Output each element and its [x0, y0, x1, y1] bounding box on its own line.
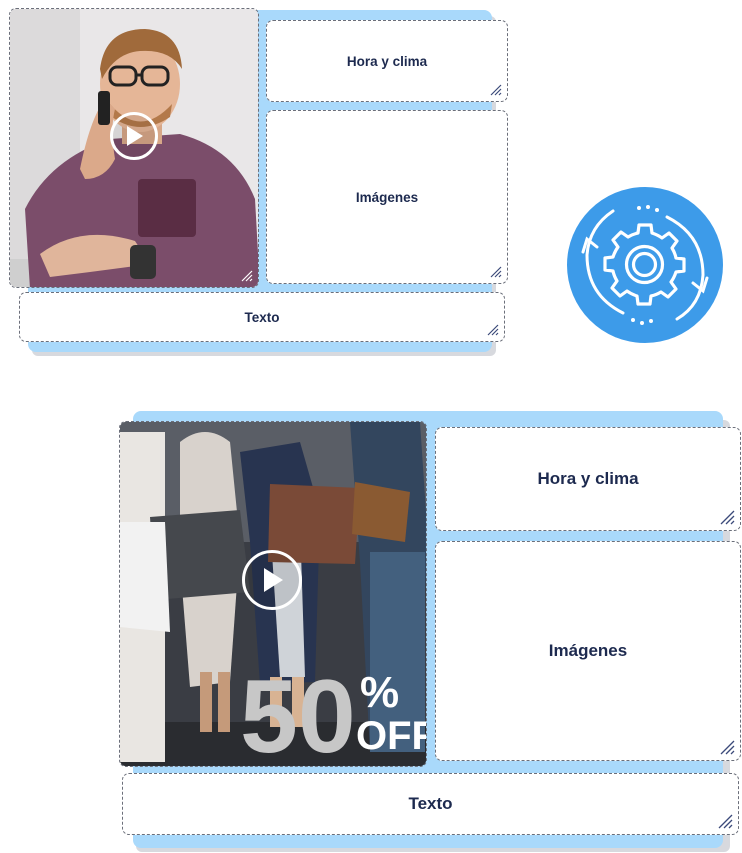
promo-off: OFF	[356, 714, 427, 758]
zone-images[interactable]: Imágenes	[435, 541, 741, 761]
promo-percent: %	[360, 668, 399, 717]
video-zone[interactable]	[9, 8, 259, 288]
zone-time-weather[interactable]: Hora y clima	[266, 20, 508, 102]
sync-gear-icon	[567, 187, 723, 343]
resize-grip-icon[interactable]	[488, 82, 502, 96]
zone-images-label: Imágenes	[355, 189, 419, 205]
video-zone[interactable]: 50 % OFF	[119, 421, 427, 767]
play-button[interactable]	[110, 112, 158, 160]
resize-grip-icon[interactable]	[717, 507, 735, 525]
resize-grip-icon[interactable]	[488, 264, 502, 278]
zone-text[interactable]: Texto	[122, 773, 739, 835]
resize-grip-icon[interactable]	[715, 811, 733, 829]
play-icon	[264, 568, 283, 592]
resize-grip-icon[interactable]	[717, 737, 735, 755]
zone-images-label: Imágenes	[548, 641, 628, 660]
resize-grip-icon[interactable]	[485, 322, 499, 336]
zone-text-label: Texto	[408, 794, 453, 813]
sync-badge	[567, 187, 723, 343]
zone-time-weather-label: Hora y clima	[537, 469, 639, 488]
play-icon	[127, 126, 143, 146]
play-button[interactable]	[242, 550, 302, 610]
zone-text-label: Texto	[244, 309, 280, 325]
resize-grip-icon[interactable]	[239, 268, 253, 282]
zone-time-weather-label: Hora y clima	[346, 53, 428, 69]
zone-text[interactable]: Texto	[19, 292, 505, 342]
promo-number: 50	[240, 659, 356, 767]
zone-time-weather[interactable]: Hora y clima	[435, 427, 741, 531]
zone-images[interactable]: Imágenes	[266, 110, 508, 284]
